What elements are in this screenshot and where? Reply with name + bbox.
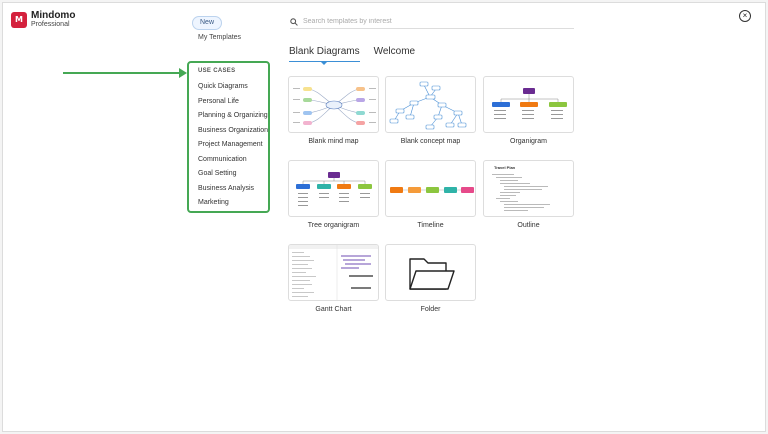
template-label: Tree organigram <box>307 222 360 229</box>
template-tabs: Blank Diagrams Welcome <box>289 46 416 65</box>
app-edition: Professional <box>31 21 70 28</box>
template-card-blank-mind-map[interactable]: Blank mind map <box>288 76 379 145</box>
use-case-business-analysis[interactable]: Business Analysis <box>198 182 268 197</box>
logo-text: Mindomo Professional <box>31 10 76 29</box>
template-card-tree-organigram[interactable]: Tree organigram <box>288 160 379 229</box>
mind-map-thumbnail <box>288 76 379 133</box>
app-name: Mindomo <box>31 10 76 21</box>
template-label: Timeline <box>417 222 444 229</box>
search-input[interactable] <box>303 18 563 25</box>
use-case-marketing[interactable]: Marketing <box>198 196 268 211</box>
template-card-gantt-chart[interactable]: Gantt Chart <box>288 244 379 313</box>
app-logo: M Mindomo Professional <box>11 11 75 28</box>
search-bar <box>290 15 574 29</box>
template-label: Blank mind map <box>308 138 359 145</box>
use-case-quick-diagrams[interactable]: Quick Diagrams <box>198 80 268 95</box>
concept-map-thumbnail <box>385 76 476 133</box>
template-card-outline[interactable]: Travel Plan Outline <box>483 160 574 229</box>
template-card-organigram[interactable]: Organigram <box>483 76 574 145</box>
use-case-communication[interactable]: Communication <box>198 153 268 168</box>
use-case-personal-life[interactable]: Personal Life <box>198 95 268 110</box>
gantt-chart-thumbnail <box>288 244 379 301</box>
template-card-blank-concept-map[interactable]: Blank concept map <box>385 76 476 145</box>
close-icon[interactable]: × <box>739 10 751 22</box>
use-case-business-organization[interactable]: Business Organization <box>198 124 268 139</box>
new-button[interactable]: New <box>192 16 223 30</box>
outline-thumb-title: Travel Plan <box>494 165 516 170</box>
template-label: Organigram <box>510 138 547 145</box>
tab-blank-diagrams[interactable]: Blank Diagrams <box>289 46 360 65</box>
my-templates-link[interactable]: My Templates <box>198 34 241 41</box>
green-arrow-annotation <box>63 68 187 78</box>
timeline-thumbnail <box>385 160 476 217</box>
outline-thumbnail: Travel Plan <box>483 160 574 217</box>
template-label: Gantt Chart <box>315 306 352 313</box>
template-label: Blank concept map <box>400 138 461 145</box>
template-card-timeline[interactable]: Timeline <box>385 160 476 229</box>
folder-icon <box>385 244 476 301</box>
mindomo-logo-icon: M <box>11 11 27 28</box>
template-card-folder[interactable]: Folder <box>385 244 476 313</box>
search-icon <box>290 17 298 26</box>
use-case-planning-organizing[interactable]: Planning & Organizing <box>198 109 268 124</box>
template-label: Folder <box>420 306 441 313</box>
use-case-project-management[interactable]: Project Management <box>198 138 268 153</box>
use-case-goal-setting[interactable]: Goal Setting <box>198 167 268 182</box>
template-label: Outline <box>517 222 540 229</box>
tab-welcome[interactable]: Welcome <box>374 46 416 62</box>
use-cases-list: Quick Diagrams Personal Life Planning & … <box>198 80 268 211</box>
tree-organigram-thumbnail <box>288 160 379 217</box>
use-cases-title: USE CASES <box>198 68 236 74</box>
app-window: M Mindomo Professional × New My Template… <box>2 2 766 432</box>
organigram-thumbnail <box>483 76 574 133</box>
